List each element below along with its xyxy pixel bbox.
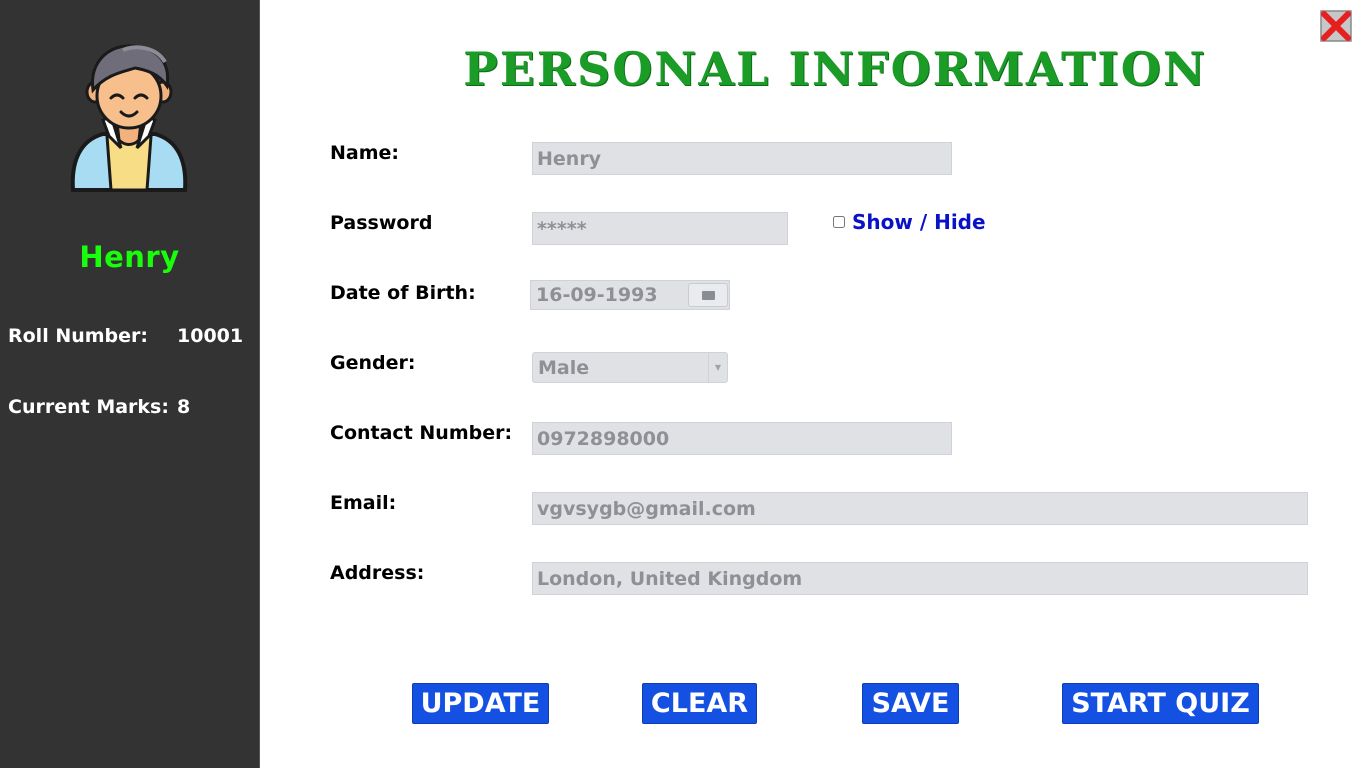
- user-avatar-icon: [63, 40, 195, 198]
- gender-select[interactable]: Male ▼: [532, 352, 728, 383]
- dob-label: Date of Birth:: [330, 282, 476, 304]
- clear-button[interactable]: CLEAR: [642, 683, 757, 724]
- address-label: Address:: [330, 562, 425, 584]
- contact-number-field[interactable]: [532, 422, 952, 455]
- current-marks-value: 8: [177, 396, 191, 418]
- chevron-down-icon: ▼: [708, 353, 727, 382]
- password-field[interactable]: [532, 212, 788, 245]
- gender-value: Male: [538, 357, 590, 379]
- password-label: Password: [330, 212, 433, 234]
- name-field[interactable]: [532, 142, 952, 175]
- start-quiz-button[interactable]: START QUIZ: [1062, 683, 1259, 724]
- dob-picker[interactable]: 16-09-1993: [530, 280, 730, 310]
- close-icon: [1320, 10, 1352, 42]
- roll-number-value: 10001: [177, 325, 244, 347]
- show-hide-label[interactable]: Show / Hide: [852, 210, 986, 234]
- save-button[interactable]: SAVE: [862, 683, 959, 724]
- show-hide-checkbox[interactable]: [833, 216, 845, 228]
- sidebar: Henry Roll Number: 10001 Current Marks: …: [0, 0, 260, 768]
- close-button[interactable]: [1318, 8, 1354, 44]
- update-button[interactable]: UPDATE: [412, 683, 549, 724]
- dob-value: 16-09-1993: [536, 284, 658, 306]
- gender-label: Gender:: [330, 352, 416, 374]
- email-field[interactable]: [532, 492, 1308, 525]
- current-marks-label: Current Marks:: [8, 396, 169, 418]
- calendar-icon: [702, 291, 715, 300]
- page-title: PERSONAL INFORMATION: [463, 42, 1207, 96]
- calendar-button[interactable]: [688, 283, 728, 307]
- roll-number-label: Roll Number:: [8, 325, 149, 347]
- address-field[interactable]: [532, 562, 1308, 595]
- contact-number-label: Contact Number:: [330, 422, 513, 444]
- name-label: Name:: [330, 142, 400, 164]
- email-label: Email:: [330, 492, 397, 514]
- student-name: Henry: [79, 240, 180, 274]
